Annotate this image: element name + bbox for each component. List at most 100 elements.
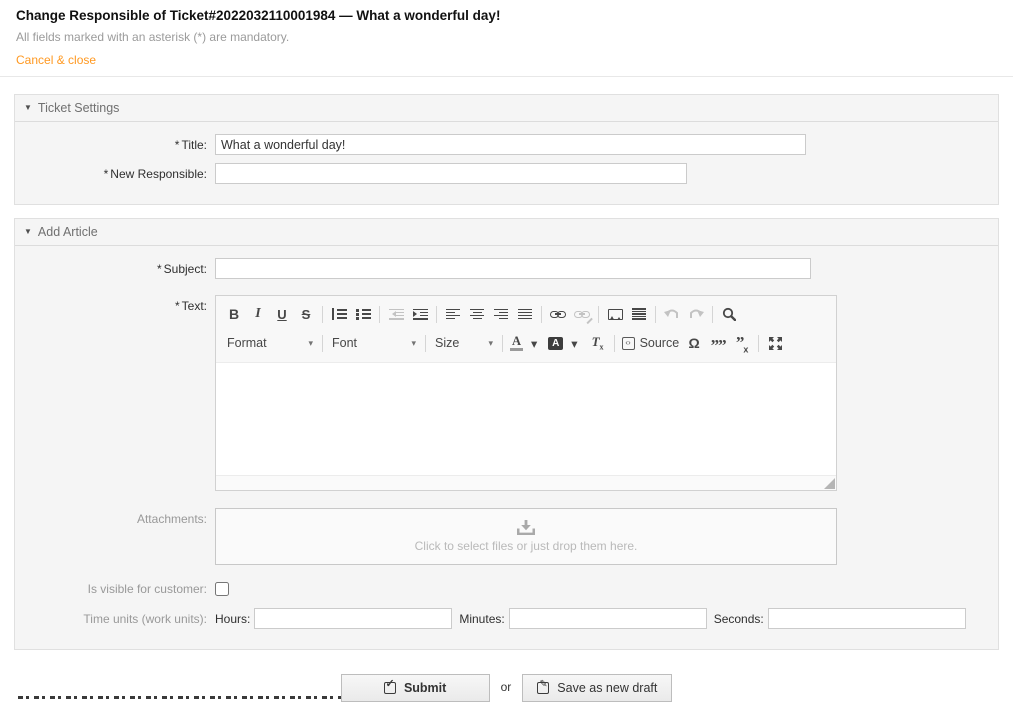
- horizontal-rule-icon: [632, 308, 646, 320]
- text-label: *Text:: [23, 295, 215, 313]
- ordered-list-button[interactable]: [327, 302, 351, 326]
- hours-input[interactable]: [254, 608, 452, 629]
- underline-button[interactable]: U: [270, 302, 294, 326]
- required-mark: *: [175, 299, 180, 313]
- quote-icon: ””: [711, 336, 726, 350]
- toolbar-separator: [758, 335, 759, 352]
- align-center-icon: [470, 309, 484, 320]
- hours-label: Hours:: [215, 612, 250, 626]
- background-color-icon: A: [548, 337, 563, 350]
- editor-bottom-bar: [216, 475, 836, 490]
- indent-icon: [413, 309, 428, 320]
- image-icon: [608, 309, 623, 320]
- unlink-button[interactable]: [570, 302, 594, 326]
- chevron-down-icon: ▾: [308, 338, 313, 349]
- remove-format-button[interactable]: Tx: [586, 331, 610, 355]
- redo-button[interactable]: [684, 302, 708, 326]
- subject-input[interactable]: [215, 258, 811, 279]
- font-combo[interactable]: Font▾: [327, 334, 421, 352]
- submit-button[interactable]: ✓ Submit: [341, 674, 490, 702]
- ticket-settings-body: *Title: *New Responsible:: [15, 122, 998, 204]
- remove-quote-button[interactable]: ”x: [730, 331, 754, 355]
- source-button-label: Source: [640, 336, 680, 350]
- toolbar-separator: [614, 335, 615, 352]
- seconds-input[interactable]: [768, 608, 966, 629]
- toolbar-separator: [655, 306, 656, 323]
- undo-button[interactable]: [660, 302, 684, 326]
- undo-icon: [664, 308, 680, 321]
- richtext-editor: B I U S: [215, 295, 837, 491]
- save-draft-button-label: Save as new draft: [557, 681, 657, 695]
- outdent-icon: [389, 309, 404, 320]
- minutes-input[interactable]: [509, 608, 707, 629]
- align-right-button[interactable]: [489, 302, 513, 326]
- attachments-row: Attachments: Click to select files or ju…: [23, 508, 990, 565]
- edit-square-icon: ✎: [537, 682, 549, 694]
- insert-quote-button[interactable]: ””: [706, 331, 730, 355]
- check-square-icon: ✓: [384, 682, 396, 694]
- toolbar-separator: [712, 306, 713, 323]
- background-color-button[interactable]: A▾: [545, 331, 585, 355]
- ticket-settings-header[interactable]: ▼ Ticket Settings: [15, 95, 998, 122]
- bullet-list-button[interactable]: [351, 302, 375, 326]
- justify-button[interactable]: [513, 302, 537, 326]
- editor-toolbar-row1: B I U S: [216, 296, 836, 328]
- chevron-down-icon: ▾: [526, 334, 542, 353]
- footer-actions: ✓ Submit or ✎ Save as new draft: [0, 674, 1013, 702]
- font-combo-label: Font: [332, 336, 357, 350]
- strikethrough-button[interactable]: S: [294, 302, 318, 326]
- toolbar-separator: [598, 306, 599, 323]
- size-combo[interactable]: Size▾: [430, 334, 498, 352]
- size-combo-label: Size: [435, 336, 459, 350]
- align-left-button[interactable]: [441, 302, 465, 326]
- save-as-new-draft-button[interactable]: ✎ Save as new draft: [522, 674, 672, 702]
- special-char-button[interactable]: Ω: [682, 331, 706, 355]
- submit-button-label: Submit: [404, 681, 446, 695]
- toolbar-separator: [502, 335, 503, 352]
- indent-button[interactable]: [408, 302, 432, 326]
- visible-for-customer-checkbox[interactable]: [215, 582, 229, 596]
- add-article-header[interactable]: ▼ Add Article: [15, 219, 998, 246]
- insert-image-button[interactable]: [603, 302, 627, 326]
- italic-button[interactable]: I: [246, 302, 270, 326]
- subject-row: *Subject:: [23, 258, 990, 279]
- align-center-button[interactable]: [465, 302, 489, 326]
- insert-link-button[interactable]: [546, 302, 570, 326]
- editor-content-area[interactable]: [216, 363, 836, 475]
- required-mark: *: [104, 167, 109, 181]
- format-combo[interactable]: Format ▾: [222, 334, 318, 352]
- toolbar-separator: [322, 306, 323, 323]
- minutes-label: Minutes:: [459, 612, 504, 626]
- toolbar-separator: [541, 306, 542, 323]
- cancel-close-link[interactable]: Cancel & close: [16, 53, 96, 67]
- collapse-arrow-icon: ▼: [24, 104, 32, 112]
- align-left-icon: [446, 309, 460, 320]
- mandatory-note: All fields marked with an asterisk (*) a…: [16, 30, 997, 45]
- visible-for-customer-row: Is visible for customer:: [23, 581, 990, 596]
- subject-label: *Subject:: [23, 258, 215, 276]
- title-input[interactable]: [215, 134, 806, 155]
- text-color-button[interactable]: A▾: [507, 331, 545, 355]
- outdent-button[interactable]: [384, 302, 408, 326]
- new-responsible-label: *New Responsible:: [23, 163, 215, 181]
- attachments-label: Attachments:: [23, 508, 215, 526]
- editor-toolbar-row2: Format▾ Font▾ Size▾ A▾ A▾ Tx ‹›Source Ω …: [216, 328, 836, 363]
- chevron-down-icon: ▾: [566, 334, 582, 353]
- source-icon: ‹›: [622, 337, 635, 350]
- toolbar-separator: [425, 335, 426, 352]
- maximize-button[interactable]: [763, 331, 787, 355]
- strikethrough-icon: S: [302, 307, 311, 322]
- link-icon: [550, 310, 566, 319]
- horizontal-rule-button[interactable]: [627, 302, 651, 326]
- bold-button[interactable]: B: [222, 302, 246, 326]
- new-responsible-input[interactable]: [215, 163, 687, 184]
- source-button[interactable]: ‹› Source: [619, 331, 683, 355]
- file-dropzone[interactable]: Click to select files or just drop them …: [215, 508, 837, 565]
- find-button[interactable]: [717, 302, 741, 326]
- format-combo-label: Format: [227, 336, 267, 350]
- align-right-icon: [494, 309, 508, 320]
- resize-grip[interactable]: [824, 478, 835, 489]
- toolbar-separator: [379, 306, 380, 323]
- ticket-settings-widget: ▼ Ticket Settings *Title: *New Responsib…: [14, 94, 999, 205]
- justify-icon: [518, 309, 532, 320]
